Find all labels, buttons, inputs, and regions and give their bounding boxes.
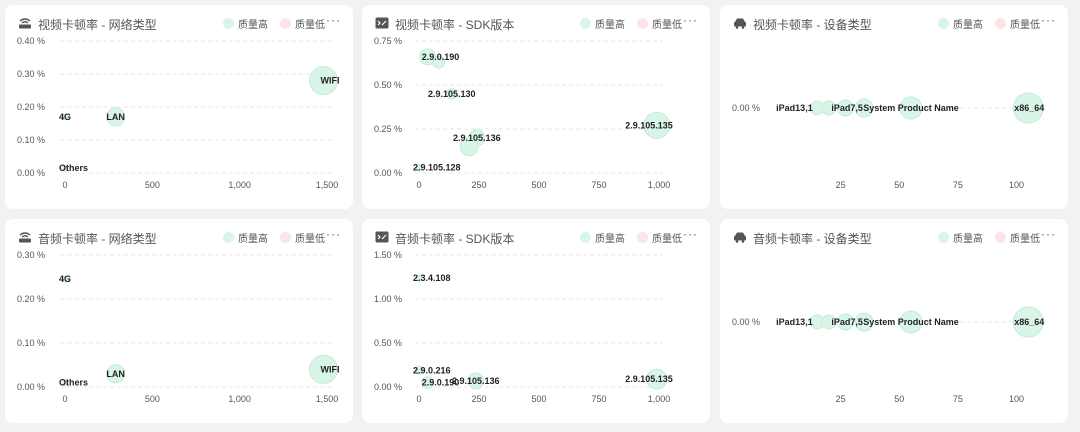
- x-tick-label: 750: [591, 180, 606, 190]
- y-tick-label: 0.25 %: [374, 124, 402, 134]
- x-tick-label: 1,500: [316, 394, 339, 404]
- chart-plot: 0.00 % 0.25 % 0.50 % 0.75 % 0 250 500 750 1,000 2…: [374, 36, 673, 190]
- y-tick-label: 0.75 %: [374, 36, 402, 46]
- x-tick-label: 0: [62, 180, 67, 190]
- y-tick-label: 0.00 %: [17, 382, 45, 392]
- x-tick-label: 50: [894, 180, 904, 190]
- data-label: System Product Name: [863, 103, 959, 113]
- x-tick-label: 500: [145, 180, 160, 190]
- y-tick-label: 0.00 %: [374, 168, 402, 178]
- y-tick-label: 0.30 %: [17, 69, 45, 79]
- chart-card-audio-sdk: 音频卡顿率 - SDK版本 质量高 质量低 ··· 0.00 % 0.50 % 1.…: [362, 219, 710, 423]
- y-tick-label: 1.00 %: [374, 294, 402, 304]
- data-label: LAN: [106, 369, 125, 379]
- y-tick-label: 0.20 %: [17, 102, 45, 112]
- y-tick-label: 0.00 %: [732, 317, 760, 327]
- x-tick-label: 1,000: [648, 180, 671, 190]
- y-tick-label: 0.50 %: [374, 338, 402, 348]
- y-tick-label: 0.00 %: [17, 168, 45, 178]
- data-label: Others: [59, 163, 88, 173]
- x-tick-label: 25: [836, 394, 846, 404]
- data-label: iPad13,1: [776, 103, 813, 113]
- x-tick-label: 1,000: [648, 394, 671, 404]
- data-label: LAN: [106, 112, 125, 122]
- data-label: iPad7,5: [831, 103, 863, 113]
- data-label: x86_64: [1014, 317, 1044, 327]
- x-tick-label: 100: [1009, 180, 1024, 190]
- data-label: System Product Name: [863, 317, 959, 327]
- y-tick-label: 1.50 %: [374, 250, 402, 260]
- data-label: 2.9.105.136: [452, 376, 500, 386]
- data-label: Others: [59, 378, 88, 388]
- x-tick-label: 1,500: [316, 180, 339, 190]
- data-label: 2.3.4.108: [413, 273, 451, 283]
- chart-plot: 0.00 % 0.10 % 0.20 % 0.30 % 0 500 1,000 1,500 WI…: [17, 250, 340, 404]
- x-tick-label: 0: [62, 394, 67, 404]
- data-label: 2.9.105.135: [625, 374, 673, 384]
- y-tick-label: 0.00 %: [374, 382, 402, 392]
- y-tick-label: 0.00 %: [732, 103, 760, 113]
- chart-card-video-device: 视频卡顿率 - 设备类型 质量高 质量低 ··· 0.00 % 25 50 75 100…: [720, 5, 1068, 209]
- x-tick-label: 500: [531, 180, 546, 190]
- y-tick-label: 0.40 %: [17, 36, 45, 46]
- chart-card-video-sdk: 视频卡顿率 - SDK版本 质量高 质量低 ··· 0.00 % 0.25 % 0.…: [362, 5, 710, 209]
- chart-card-audio-device: 音频卡顿率 - 设备类型 质量高 质量低 ··· 0.00 % 25 50 75 100…: [720, 219, 1068, 423]
- chart-card-video-network: 视频卡顿率 - 网络类型 质量高 质量低 ··· 0.00 % 0.10 % 0.2…: [5, 5, 353, 209]
- x-tick-label: 250: [471, 394, 486, 404]
- data-label: 2.9.105.136: [453, 133, 501, 143]
- chart-plot: 0.00 % 25 50 75 100 iPad13,1 iPad7,5 System Pro…: [732, 306, 1044, 404]
- x-tick-label: 500: [531, 394, 546, 404]
- x-tick-label: 0: [416, 394, 421, 404]
- x-tick-label: 250: [471, 180, 486, 190]
- data-label: 2.9.0.190: [422, 52, 460, 62]
- chart-plot: 0.00 % 0.10 % 0.20 % 0.30 % 0.40 % 0 500 1,000 1…: [17, 36, 340, 190]
- x-tick-label: 0: [416, 180, 421, 190]
- data-label: iPad7,5: [831, 317, 863, 327]
- data-label: WIFI: [321, 364, 340, 374]
- y-tick-label: 0.50 %: [374, 80, 402, 90]
- data-label: x86_64: [1014, 103, 1044, 113]
- y-tick-label: 0.10 %: [17, 135, 45, 145]
- data-label: 2.9.105.135: [625, 120, 673, 130]
- data-label: WIFI: [321, 76, 340, 86]
- x-tick-label: 100: [1009, 394, 1024, 404]
- data-label: 2.9.105.130: [428, 89, 476, 99]
- data-label: iPad13,1: [776, 317, 813, 327]
- y-tick-label: 0.30 %: [17, 250, 45, 260]
- chart-plot: 0.00 % 0.50 % 1.00 % 1.50 % 0 250 500 750 1,000 2…: [374, 250, 673, 404]
- y-tick-label: 0.20 %: [17, 294, 45, 304]
- x-tick-label: 1,000: [228, 180, 251, 190]
- x-tick-label: 75: [953, 180, 963, 190]
- data-label: 2.9.105.128: [413, 163, 461, 173]
- x-tick-label: 750: [591, 394, 606, 404]
- chart-card-audio-network: 音频卡顿率 - 网络类型 质量高 质量低 ··· 0.00 % 0.10 % 0.2…: [5, 219, 353, 423]
- x-tick-label: 75: [953, 394, 963, 404]
- data-label: 4G: [59, 274, 71, 284]
- x-tick-label: 50: [894, 394, 904, 404]
- data-label: 4G: [59, 112, 71, 122]
- chart-plot: 0.00 % 25 50 75 100 iPad13,1 iPad7,5 System Pro…: [732, 92, 1044, 190]
- x-tick-label: 500: [145, 394, 160, 404]
- y-tick-label: 0.10 %: [17, 338, 45, 348]
- data-label: 2.9.0.216: [413, 365, 451, 375]
- x-tick-label: 25: [836, 180, 846, 190]
- x-tick-label: 1,000: [228, 394, 251, 404]
